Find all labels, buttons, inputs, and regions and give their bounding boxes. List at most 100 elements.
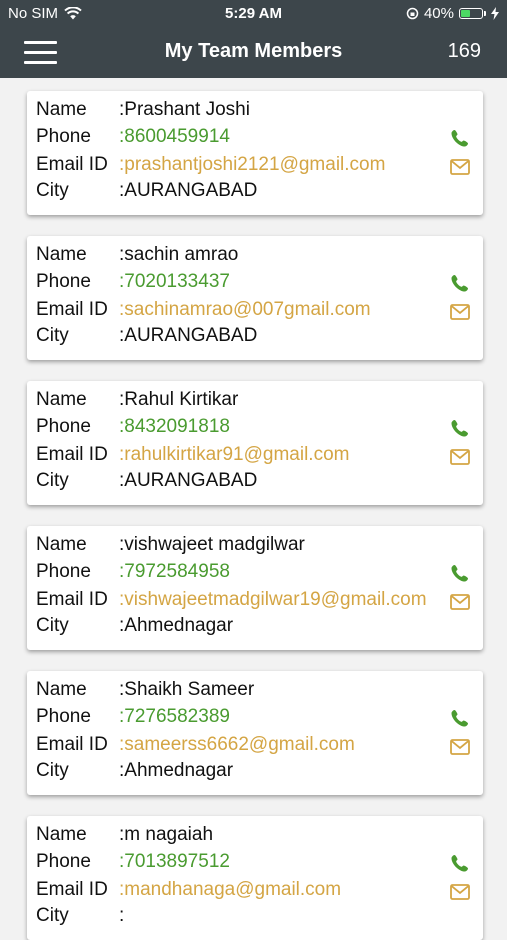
member-card[interactable]: Name:vishwajeet madgilwar Phone:797258495… — [27, 526, 483, 650]
phone-row: Phone:8432091818 — [36, 414, 230, 440]
member-count: 169 — [447, 40, 481, 62]
phone-icon[interactable] — [450, 418, 470, 438]
battery-fill — [461, 10, 470, 17]
city-label: City — [36, 325, 69, 346]
status-bar: No SIM 5:29 AM 40% — [0, 0, 507, 28]
member-phone[interactable]: 7020133437 — [124, 271, 230, 292]
city-label: City — [36, 615, 69, 636]
city-label: City — [36, 760, 69, 781]
phone-label: Phone — [36, 416, 91, 437]
email-label: Email ID — [36, 589, 108, 610]
mail-icon[interactable] — [450, 159, 470, 179]
mail-icon[interactable] — [450, 594, 470, 614]
name-label: Name — [36, 389, 87, 410]
name-row: Name:m nagaiah — [36, 822, 213, 848]
member-name: vishwajeet madgilwar — [124, 534, 305, 555]
email-label: Email ID — [36, 444, 108, 465]
name-label: Name — [36, 824, 87, 845]
city-row: City:AURANGABAD — [36, 178, 257, 204]
city-row: City:AURANGABAD — [36, 323, 257, 349]
phone-label: Phone — [36, 851, 91, 872]
mail-icon[interactable] — [450, 884, 470, 904]
city-label: City — [36, 180, 69, 201]
phone-row: Phone:8600459914 — [36, 124, 230, 150]
name-label: Name — [36, 534, 87, 555]
phone-row: Phone:7013897512 — [36, 849, 230, 875]
phone-row: Phone:7020133437 — [36, 269, 230, 295]
member-phone[interactable]: 7013897512 — [124, 851, 230, 872]
city-row: City:Ahmednagar — [36, 758, 233, 784]
member-city: AURANGABAD — [124, 325, 258, 346]
phone-icon[interactable] — [450, 563, 470, 583]
rotation-lock-icon — [406, 7, 419, 20]
phone-icon[interactable] — [450, 853, 470, 873]
app-header: No SIM 5:29 AM 40% My Team Members 169 — [0, 0, 507, 78]
email-label: Email ID — [36, 299, 108, 320]
member-email[interactable]: prashantjoshi2121@gmail.com — [124, 154, 385, 175]
member-phone[interactable]: 7276582389 — [124, 706, 230, 727]
name-row: Name:vishwajeet madgilwar — [36, 532, 305, 558]
city-label: City — [36, 905, 69, 926]
name-row: Name:Shaikh Sameer — [36, 677, 254, 703]
member-email[interactable]: vishwajeetmadgilwar19@gmail.com — [124, 589, 426, 610]
member-phone[interactable]: 8432091818 — [124, 416, 230, 437]
member-email[interactable]: rahulkirtikar91@gmail.com — [124, 444, 349, 465]
member-phone[interactable]: 8600459914 — [124, 126, 230, 147]
name-row: Name:sachin amrao — [36, 242, 238, 268]
member-card[interactable]: Name:m nagaiah Phone:7013897512 Email ID:m… — [27, 816, 483, 940]
city-label: City — [36, 470, 69, 491]
member-phone[interactable]: 7972584958 — [124, 561, 230, 582]
city-row: City:AURANGABAD — [36, 468, 257, 494]
email-row: Email ID:sachinamrao@007gmail.com — [36, 297, 371, 323]
mail-icon[interactable] — [450, 449, 470, 469]
page-title: My Team Members — [164, 40, 343, 62]
battery-tip — [484, 11, 486, 16]
member-card[interactable]: Name:Prashant Joshi Phone:8600459914 Email… — [27, 91, 483, 215]
member-name: sachin amrao — [124, 244, 239, 265]
member-card[interactable]: Name:Rahul Kirtikar Phone:8432091818 Email… — [27, 381, 483, 505]
name-label: Name — [36, 244, 87, 265]
name-label: Name — [36, 99, 87, 120]
email-label: Email ID — [36, 734, 108, 755]
email-label: Email ID — [36, 154, 108, 175]
email-row: Email ID:mandhanaga@gmail.com — [36, 877, 341, 903]
phone-label: Phone — [36, 706, 91, 727]
city-row: City: — [36, 903, 124, 929]
member-email[interactable]: sachinamrao@007gmail.com — [124, 299, 370, 320]
status-right: 40% — [406, 5, 499, 22]
member-email[interactable]: mandhanaga@gmail.com — [124, 879, 341, 900]
phone-icon[interactable] — [450, 128, 470, 148]
email-label: Email ID — [36, 879, 108, 900]
member-name: Rahul Kirtikar — [124, 389, 239, 410]
member-card[interactable]: Name:sachin amrao Phone:7020133437 Email I… — [27, 236, 483, 360]
email-row: Email ID:rahulkirtikar91@gmail.com — [36, 442, 349, 468]
charging-bolt-icon — [491, 7, 499, 20]
mail-icon[interactable] — [450, 739, 470, 759]
phone-icon[interactable] — [450, 708, 470, 728]
phone-label: Phone — [36, 126, 91, 147]
member-name: m nagaiah — [124, 824, 214, 845]
battery-percent: 40% — [423, 5, 454, 22]
phone-row: Phone:7276582389 — [36, 704, 230, 730]
name-label: Name — [36, 679, 87, 700]
member-city: Ahmednagar — [124, 615, 234, 636]
email-row: Email ID:prashantjoshi2121@gmail.com — [36, 152, 385, 178]
mail-icon[interactable] — [450, 304, 470, 324]
member-email[interactable]: sameerss6662@gmail.com — [124, 734, 355, 755]
city-row: City:Ahmednagar — [36, 613, 233, 639]
member-city: AURANGABAD — [124, 180, 258, 201]
phone-label: Phone — [36, 271, 91, 292]
member-card[interactable]: Name:Shaikh Sameer Phone:7276582389 Email … — [27, 671, 483, 795]
battery-icon — [459, 8, 483, 19]
member-city: Ahmednagar — [124, 760, 234, 781]
navigation-bar: My Team Members 169 — [0, 30, 507, 76]
name-row: Name:Rahul Kirtikar — [36, 387, 238, 413]
phone-icon[interactable] — [450, 273, 470, 293]
name-row: Name:Prashant Joshi — [36, 97, 250, 123]
member-name: Shaikh Sameer — [124, 679, 255, 700]
email-row: Email ID:sameerss6662@gmail.com — [36, 732, 355, 758]
phone-row: Phone:7972584958 — [36, 559, 230, 585]
email-row: Email ID:vishwajeetmadgilwar19@gmail.com — [36, 587, 427, 613]
phone-label: Phone — [36, 561, 91, 582]
member-name: Prashant Joshi — [124, 99, 250, 120]
